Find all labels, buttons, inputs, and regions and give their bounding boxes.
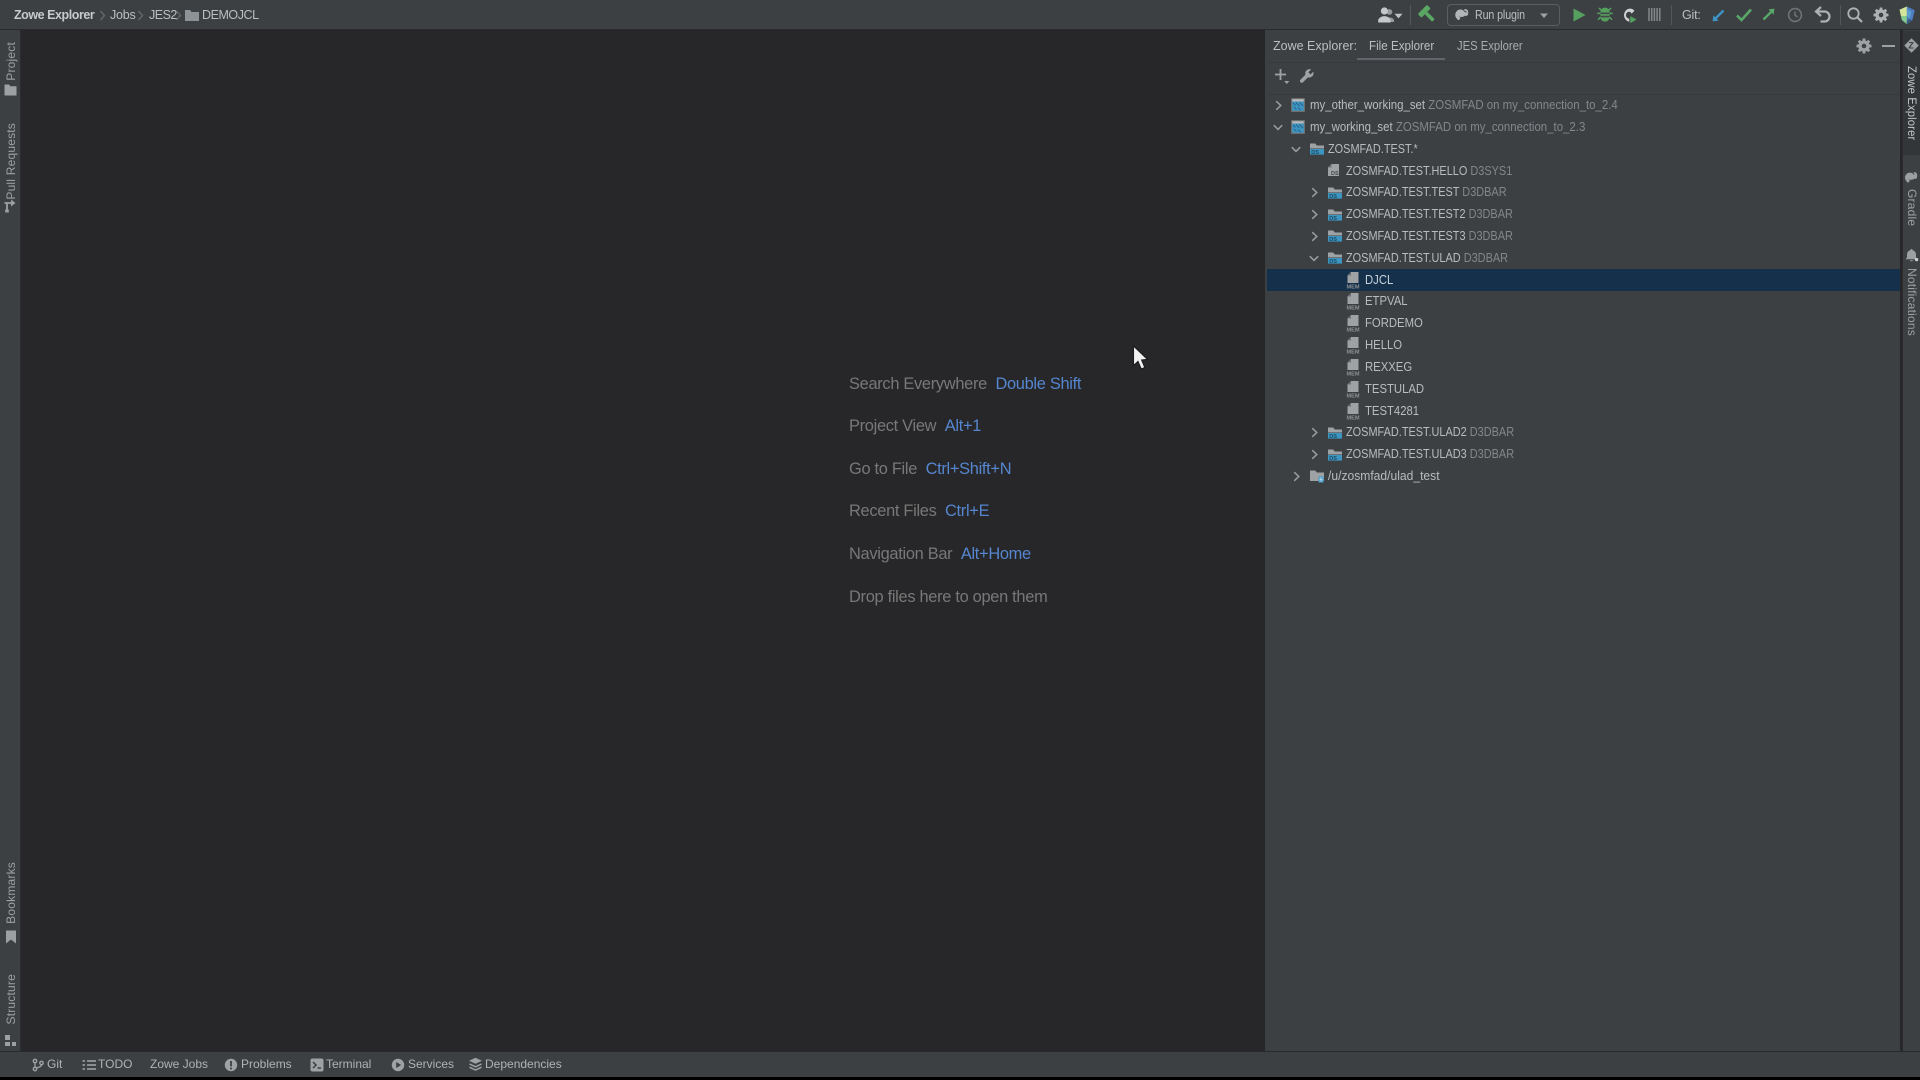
svg-text:Z: Z (1908, 41, 1914, 51)
